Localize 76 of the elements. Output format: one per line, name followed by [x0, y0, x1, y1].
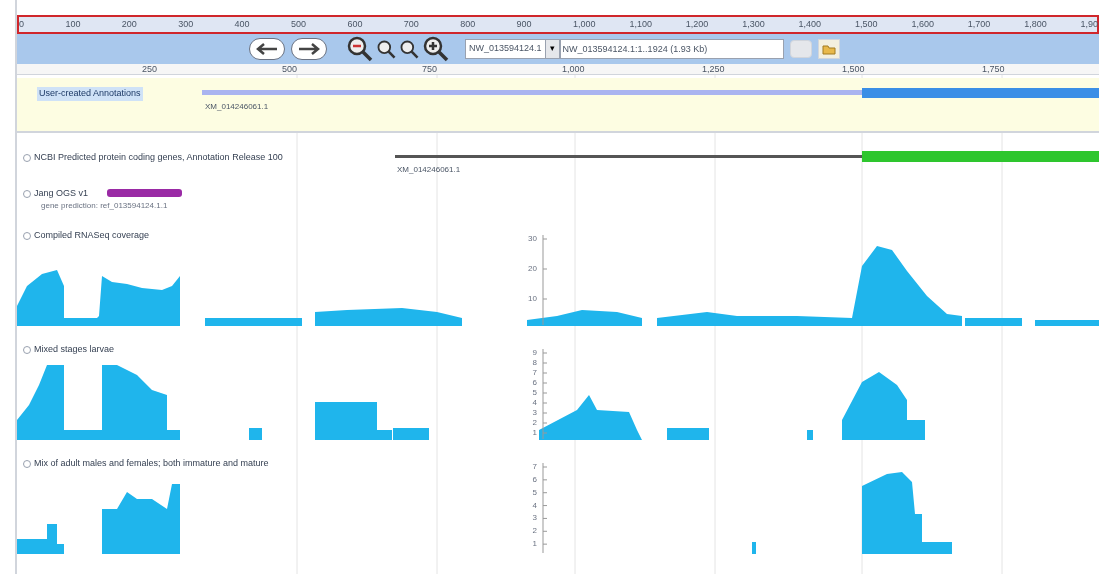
ruler-label: 1,300: [742, 18, 765, 31]
forward-button[interactable]: [291, 38, 327, 60]
track-label: NCBI Predicted protein coding genes, Annotation Release 100: [34, 151, 283, 164]
ruler-label: 1,700: [967, 18, 991, 31]
ruler-label: 100: [65, 18, 81, 31]
arrow-icon: [297, 42, 321, 56]
zoom-button[interactable]: [400, 39, 419, 59]
ruler-label: 1,500: [842, 63, 865, 76]
ruler-label: 1,750: [982, 63, 1005, 76]
back-button[interactable]: [249, 38, 285, 60]
track-checkbox[interactable]: [23, 460, 31, 468]
ruler-label: 500: [291, 18, 307, 31]
ruler-label: 800: [460, 18, 476, 31]
ruler-label: 1,100: [629, 18, 652, 31]
track-label: Jang OGS v1: [34, 187, 89, 200]
axis-label: 7: [531, 463, 537, 471]
axis-label: 5: [531, 389, 537, 397]
ruler-label: 0: [19, 18, 24, 31]
ruler-label: 1,500: [855, 18, 878, 31]
axis-label: 8: [531, 359, 537, 367]
ruler-label: 1,000: [573, 18, 596, 31]
axis-label: 2: [531, 419, 537, 427]
track-subtitle: gene prediction: ref_013594124.1.1: [41, 200, 168, 212]
ruler-label: 700: [403, 18, 419, 31]
ruler-label: 250: [142, 63, 158, 76]
ruler-label: 1,600: [911, 18, 934, 31]
ruler-label: 300: [178, 18, 194, 31]
folder-button[interactable]: [817, 39, 840, 59]
axis-label: 7: [531, 369, 537, 377]
arrow-icon: [255, 42, 279, 56]
track-checkbox[interactable]: [23, 154, 31, 162]
sequence-select[interactable]: NW_013594124.1 ▾: [465, 39, 560, 59]
track-label: Mix of adult males and females; both immature and mature: [34, 457, 269, 470]
axis-label: 30: [527, 235, 537, 243]
axis-label: 6: [531, 379, 537, 387]
zoom-out-button[interactable]: [347, 36, 373, 62]
ruler-label: 500: [282, 63, 298, 76]
axis-label: 10: [527, 295, 537, 303]
ruler-label: 600: [347, 18, 363, 31]
track-checkbox[interactable]: [23, 232, 31, 240]
zoom-in-icon: [423, 36, 449, 62]
zoom-out-icon: [347, 36, 373, 62]
axis-label: 2: [531, 527, 537, 536]
ruler-label: 750: [422, 63, 438, 76]
go-button[interactable]: [789, 40, 812, 58]
feature-label: XM_014246061.1: [397, 164, 461, 176]
axis-label: 1: [531, 429, 537, 437]
axis-label: 3: [531, 514, 537, 523]
axis-label: 5: [531, 488, 537, 497]
axis-label: 4: [531, 501, 537, 510]
ruler-label: 1,400: [798, 18, 822, 31]
track-label: Mixed stages larvae: [34, 343, 115, 356]
track-label: Compiled RNASeq coverage: [34, 229, 150, 242]
ruler-label: 1,800: [1024, 18, 1047, 31]
ruler-label: 1,000: [562, 63, 585, 76]
axis-label: 9: [531, 349, 537, 357]
ruler-label: 1,250: [702, 63, 725, 76]
zoom-button[interactable]: [377, 39, 396, 59]
ruler-label: 400: [234, 18, 250, 31]
ruler-label: 900: [516, 18, 532, 31]
ruler-label: 1,200: [685, 18, 709, 31]
axis-label: 1: [531, 540, 537, 549]
axis-label: 4: [531, 399, 537, 407]
folder-icon: [821, 43, 836, 55]
feature-label: XM_014246061.1: [205, 101, 269, 113]
axis-label: 6: [531, 475, 537, 484]
track-checkbox[interactable]: [23, 346, 31, 354]
track-checkbox[interactable]: [23, 190, 31, 198]
zoom-icon: [400, 39, 419, 59]
zoom-icon: [377, 39, 396, 59]
track-label: User-created Annotations: [37, 87, 143, 101]
axis-label: 3: [531, 409, 537, 417]
location-field[interactable]: NW_013594124.1:1..1924 (1.93 Kb): [559, 39, 784, 59]
ruler-label: 200: [121, 18, 137, 31]
axis-label: 20: [527, 265, 537, 273]
zoom-in-button[interactable]: [423, 36, 449, 62]
